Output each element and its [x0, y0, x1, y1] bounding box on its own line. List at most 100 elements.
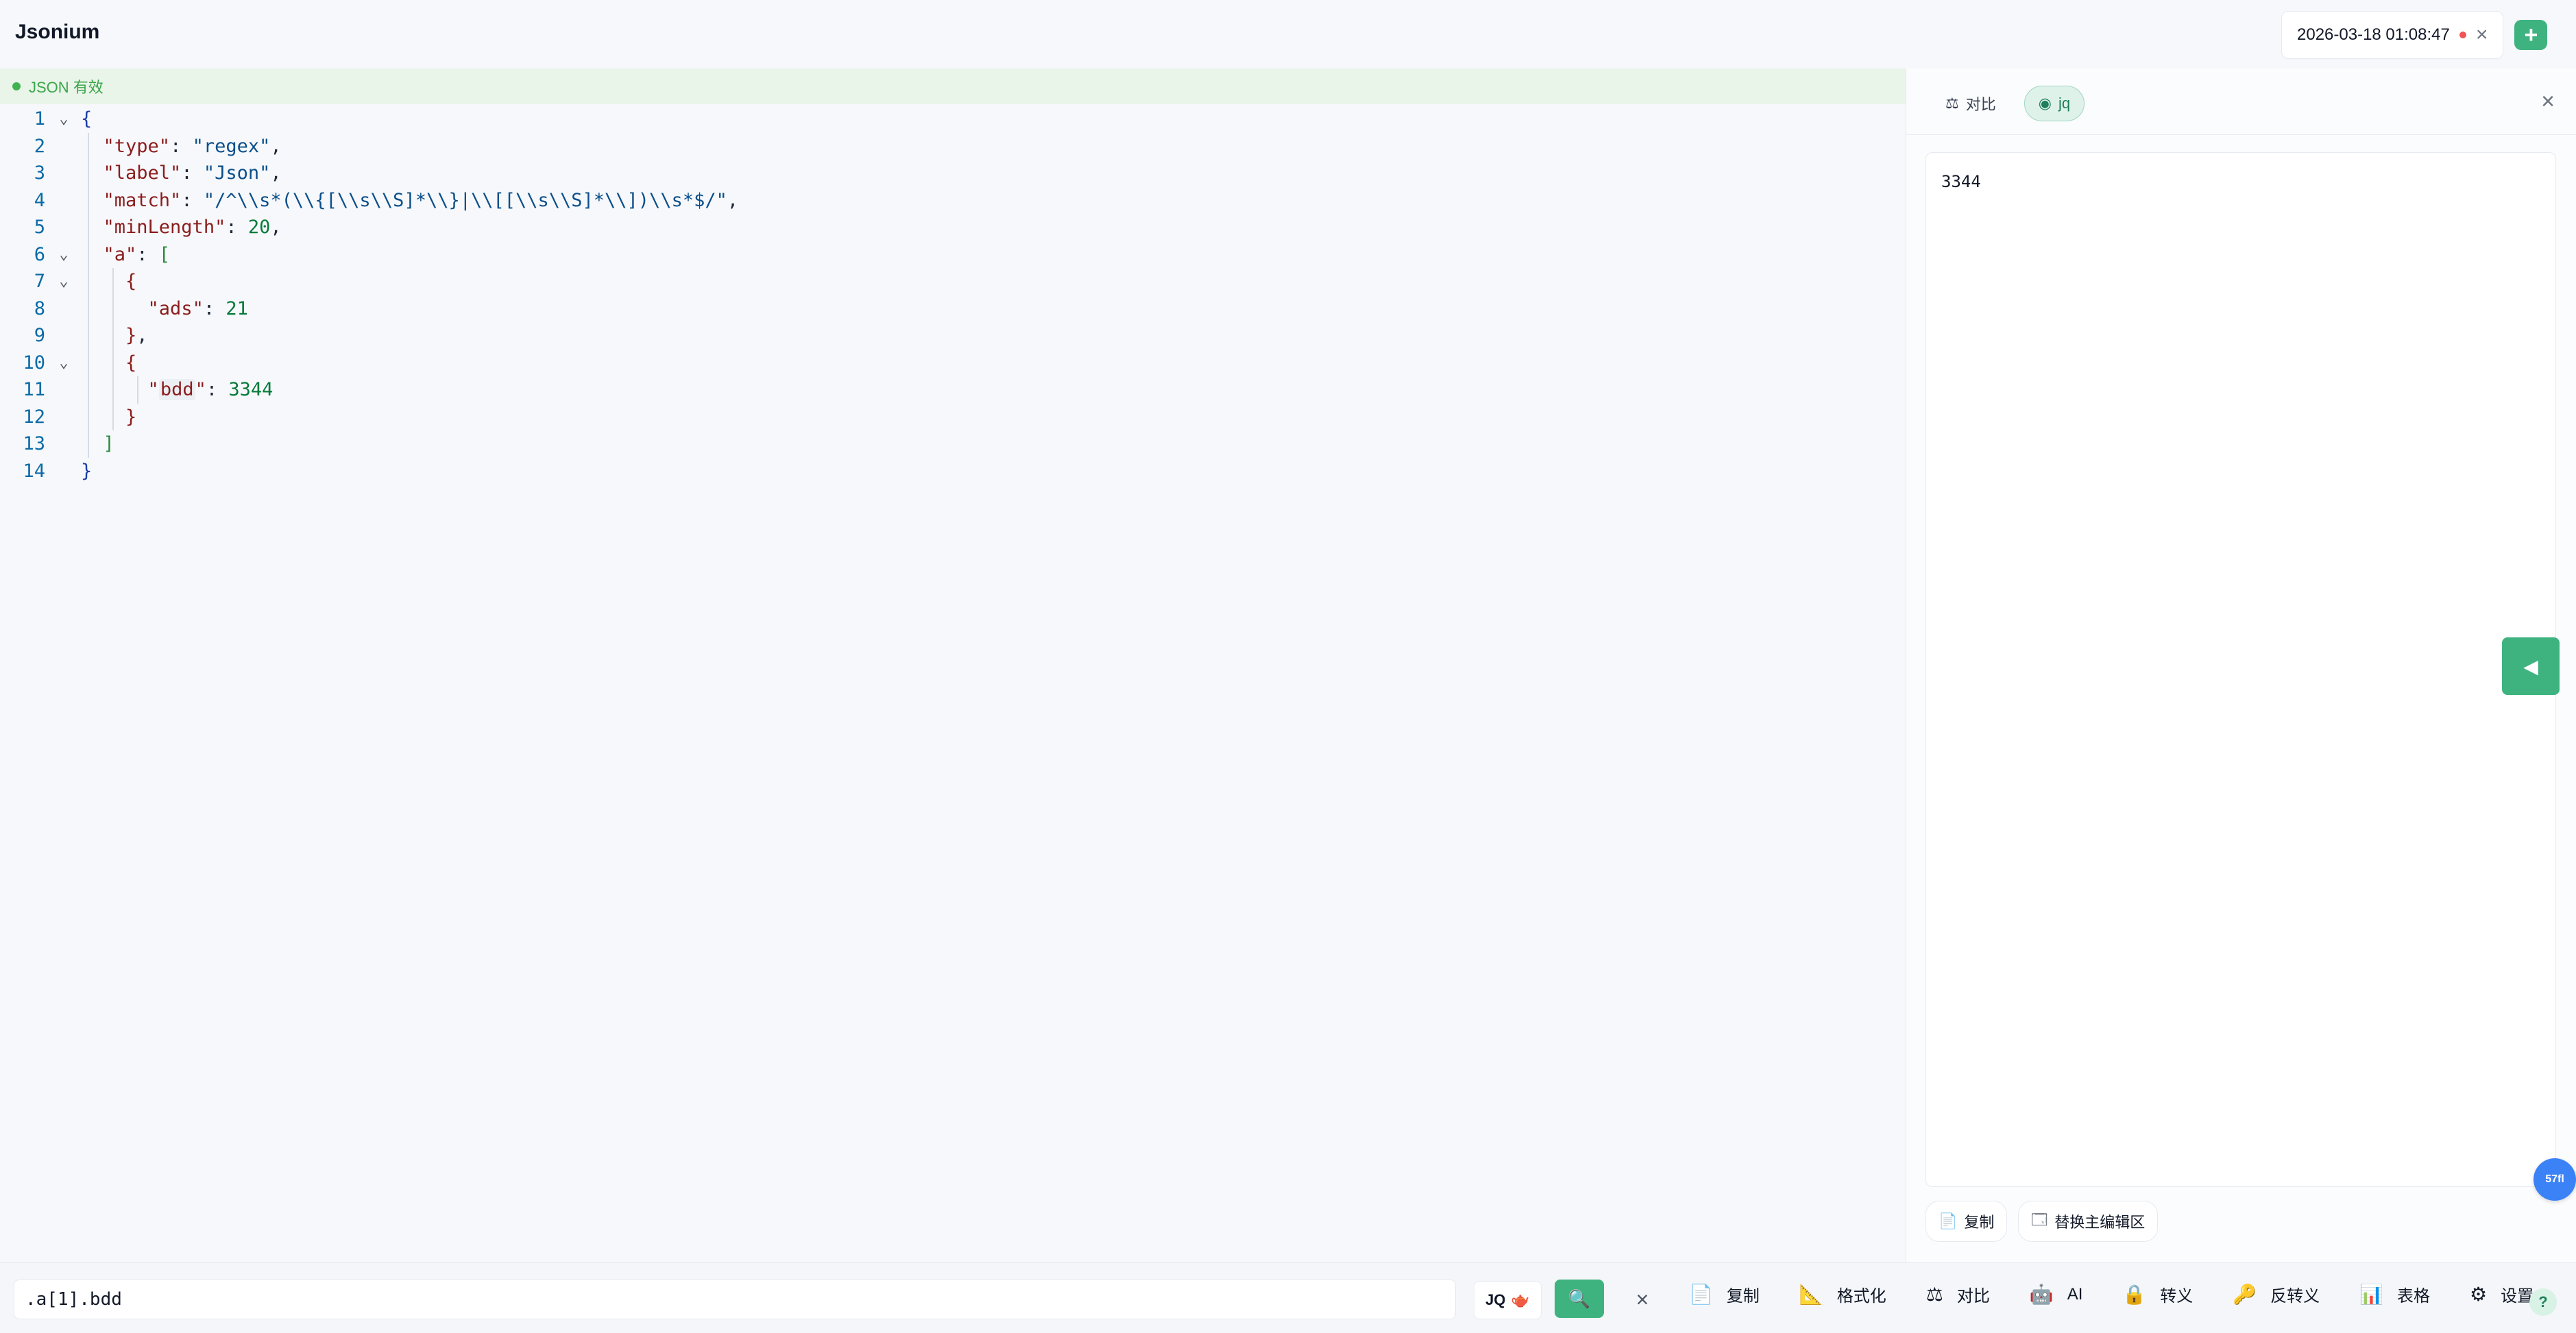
- line-number: 3: [34, 162, 45, 184]
- gear-icon: ⚙: [2470, 1283, 2488, 1305]
- comma: ,: [270, 162, 282, 184]
- button-label: 复制: [1964, 1214, 1995, 1231]
- indent-guide: [88, 132, 89, 160]
- editor-line: 1 ⌄ {: [0, 106, 1906, 133]
- unsaved-dot: [2459, 32, 2466, 38]
- close-panel-icon[interactable]: ×: [2534, 88, 2562, 115]
- ruler-icon: 📐: [1799, 1283, 1823, 1305]
- indent-guide: [88, 430, 89, 458]
- table-button[interactable]: 📊 表格: [2359, 1282, 2430, 1306]
- compare-button[interactable]: ⚖ 对比: [1926, 1282, 1990, 1306]
- brace-close: }: [125, 406, 137, 428]
- button-label: 替换主编辑区: [2054, 1214, 2146, 1231]
- code-text: "type": "regex",: [74, 132, 282, 160]
- tab-jq[interactable]: ◉ jq: [2024, 86, 2085, 121]
- json-editor[interactable]: 1 ⌄ { 2 "type": "regex", 3 "label": "Jso…: [0, 104, 1906, 1262]
- code-text: "a": [: [74, 241, 171, 268]
- json-key: "ads": [147, 297, 204, 319]
- code-text: }: [74, 461, 92, 482]
- jq-side-panel: ⚖ 对比 ◉ jq × 3344 📄 复制 🗔 替换主编辑区: [1906, 69, 2576, 1262]
- app-title: Jsonium: [15, 21, 100, 43]
- indent-guide: [88, 214, 89, 241]
- run-query-button[interactable]: 🔍: [1555, 1280, 1604, 1318]
- jq-small-icon: 🫖: [1511, 1291, 1530, 1308]
- json-string: "/^\\s*(\\{[\\s\\S]*\\}|\\[[\\s\\S]*\\])…: [203, 189, 727, 211]
- colon: :: [181, 162, 193, 184]
- fold-chevron-icon[interactable]: ⌄: [53, 354, 74, 371]
- line-number: 9: [34, 325, 45, 347]
- tool-label: 设置: [2501, 1287, 2534, 1306]
- tab-compare[interactable]: ⚖ 对比: [1931, 84, 2010, 123]
- line-number: 13: [23, 433, 45, 455]
- help-button[interactable]: ?: [2529, 1288, 2557, 1316]
- editor-line: 4 "match": "/^\\s*(\\{[\\s\\S]*\\}|\\[[\…: [0, 186, 1906, 214]
- code-text: {: [74, 349, 137, 376]
- json-key: "bdd": [148, 379, 206, 401]
- code-text: },: [74, 322, 148, 350]
- status-dot-icon: [12, 82, 21, 90]
- copy-output-button[interactable]: 📄 复制: [1925, 1201, 2008, 1242]
- fold-chevron-icon[interactable]: ⌄: [53, 273, 74, 290]
- escape-button[interactable]: 🔒 转义: [2122, 1282, 2193, 1306]
- chart-icon: 📊: [2359, 1283, 2384, 1305]
- bottom-toolbar: JQ 🫖 🔍 × 📄 复制 📐 格式化 ⚖ 对比 🤖 AI 🔒 转义 🔑 反转义: [0, 1262, 2576, 1333]
- comma: ,: [727, 189, 739, 211]
- indent-guide: [137, 376, 138, 404]
- brace-open: {: [125, 271, 137, 293]
- json-number: 21: [226, 297, 248, 319]
- line-number: 6: [34, 243, 45, 265]
- json-key: "type": [103, 135, 171, 157]
- editor-line: 14 }: [0, 458, 1906, 485]
- fold-chevron-icon[interactable]: ⌄: [53, 110, 74, 127]
- colon: :: [226, 217, 237, 239]
- copy-button[interactable]: 📄 复制: [1689, 1282, 1760, 1306]
- code-text: }: [74, 403, 137, 430]
- panel-divider: [1906, 134, 2576, 135]
- jq-query-input[interactable]: [14, 1280, 1456, 1319]
- settings-button[interactable]: ⚙ 设置: [2470, 1282, 2534, 1306]
- indent-guide: [112, 403, 114, 430]
- add-tab-button[interactable]: +: [2514, 20, 2548, 50]
- code-text: {: [74, 108, 92, 130]
- tab-label: 对比: [1965, 96, 1996, 113]
- tool-label: AI: [2067, 1284, 2083, 1304]
- jq-output[interactable]: 3344: [1925, 152, 2556, 1187]
- copy-icon: 📄: [1939, 1212, 1958, 1230]
- robot-icon: 🤖: [2029, 1283, 2054, 1305]
- collapse-panel-button[interactable]: ◀: [2502, 637, 2560, 695]
- fold-chevron-icon[interactable]: ⌄: [53, 246, 74, 263]
- editor-line: 3 "label": "Json",: [0, 160, 1906, 187]
- document-tab[interactable]: 2026-03-18 01:08:47 ×: [2281, 11, 2504, 59]
- jq-mode-label: JQ: [1485, 1291, 1506, 1308]
- indent-guide: [112, 322, 114, 350]
- indent-guide: [88, 241, 89, 268]
- editor-line: 7 ⌄ {: [0, 268, 1906, 295]
- bracket-open: [: [158, 243, 171, 265]
- indent-guide: [88, 295, 89, 322]
- code-text: "ads": 21: [74, 295, 248, 322]
- json-number: 3344: [228, 379, 274, 401]
- json-key: "match": [103, 189, 182, 211]
- brace-open: {: [125, 352, 137, 374]
- line-number: 8: [34, 297, 45, 319]
- format-button[interactable]: 📐 格式化: [1799, 1282, 1886, 1306]
- jq-output-actions: 📄 复制 🗔 替换主编辑区: [1925, 1201, 2159, 1242]
- json-key: "minLength": [103, 217, 226, 239]
- replace-main-editor-button[interactable]: 🗔 替换主编辑区: [2018, 1201, 2159, 1242]
- line-number: 12: [23, 406, 45, 428]
- tool-label: 反转义: [2270, 1287, 2320, 1306]
- close-tab-icon[interactable]: ×: [2476, 25, 2488, 45]
- line-number: 1: [34, 108, 45, 130]
- jq-mode-chip[interactable]: JQ 🫖: [1474, 1281, 1542, 1319]
- line-number: 10: [23, 352, 45, 374]
- tab-title: 2026-03-18 01:08:47: [2297, 25, 2450, 44]
- indent-guide: [88, 376, 89, 404]
- unescape-button[interactable]: 🔑 反转义: [2233, 1282, 2320, 1306]
- clear-query-button[interactable]: ×: [1629, 1282, 1656, 1317]
- top-bar: Jsonium 2026-03-18 01:08:47 × +: [0, 0, 2576, 69]
- indent-guide: [88, 322, 89, 350]
- editor-line: 8 "ads": 21: [0, 295, 1906, 322]
- ai-button[interactable]: 🤖 AI: [2029, 1283, 2083, 1305]
- indent-guide: [88, 349, 89, 376]
- jq-icon: ◉: [2038, 95, 2052, 112]
